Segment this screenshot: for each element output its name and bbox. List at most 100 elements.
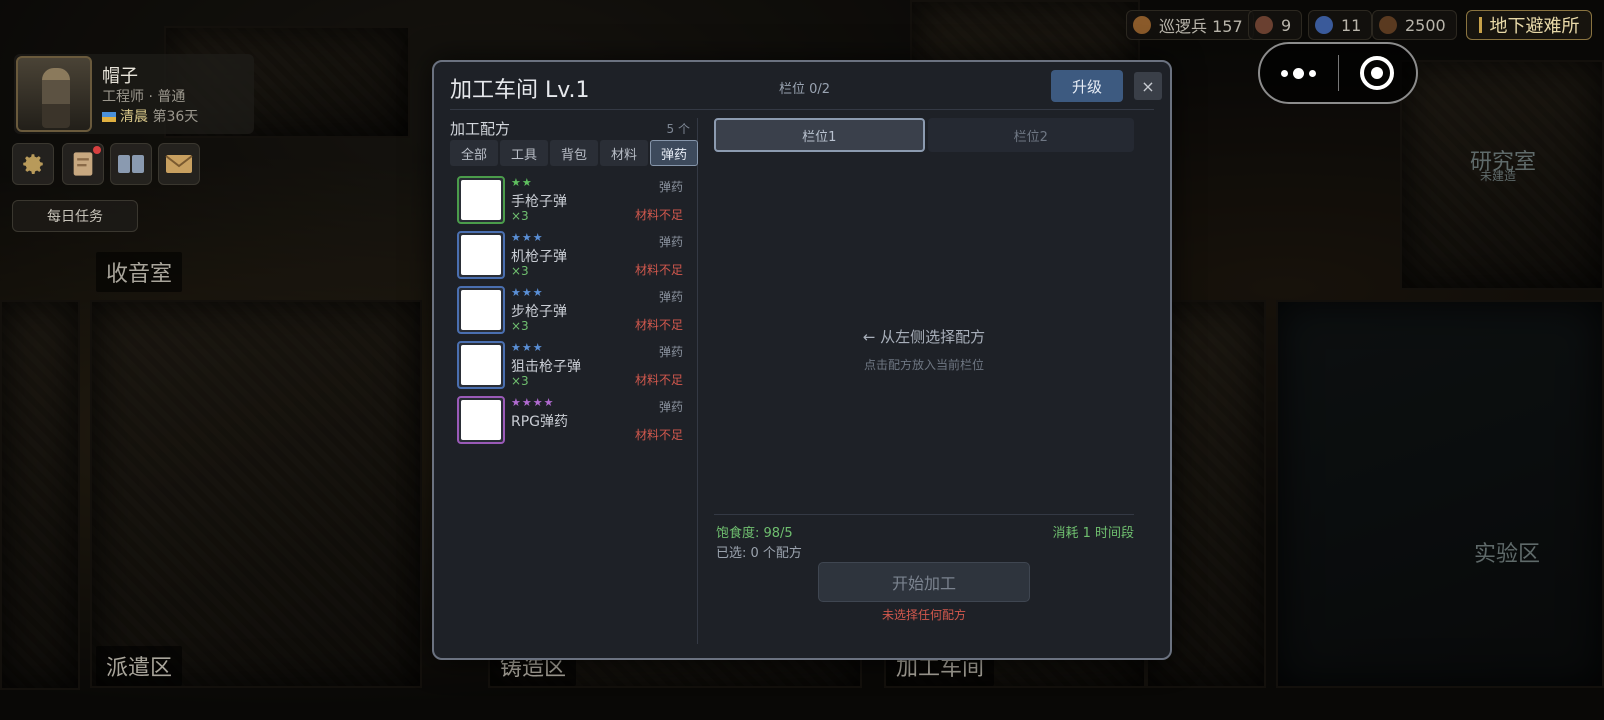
recipe-category: 弹药 <box>658 235 683 249</box>
room-label-lab[interactable]: 实验区 <box>1464 532 1550 572</box>
recipe-category: 弹药 <box>658 345 683 359</box>
rarity-stars-icon: ★★★ <box>511 231 544 244</box>
resource-crystal-label: 11 <box>1341 15 1362 35</box>
slot-usage: 栏位 0/2 <box>779 82 831 97</box>
recipe-qty: ×3 <box>511 374 529 388</box>
tab-tools[interactable]: 工具 <box>500 140 548 166</box>
close-button[interactable]: × <box>1134 72 1162 100</box>
dialog-divider <box>450 109 1154 110</box>
settings-button[interactable] <box>12 143 54 185</box>
rarity-stars-icon: ★★★ <box>511 341 544 354</box>
patrol-icon <box>1133 16 1151 34</box>
room-label-dispatch[interactable]: 派遣区 <box>96 646 183 686</box>
day-count: 第36天 <box>152 109 199 125</box>
recipe-status: 材料不足 <box>634 263 683 277</box>
recipe-thumbnail <box>457 396 505 444</box>
mail-button[interactable] <box>158 143 200 185</box>
recipe-name: 机枪子弹 <box>511 249 567 265</box>
tab-slot-1[interactable]: 栏位1 <box>714 118 925 152</box>
more-menu-button[interactable] <box>1260 67 1338 79</box>
weather-icon <box>102 112 116 122</box>
time-of-day: 清晨 <box>120 109 148 125</box>
recipe-item[interactable]: ★★ 手枪子弹 ×3 弹药 材料不足 <box>457 176 689 231</box>
miniprogram-capsule <box>1258 42 1418 104</box>
recipe-category: 弹药 <box>658 400 683 414</box>
resource-ore-label: 9 <box>1281 15 1292 35</box>
time-cost: 消耗 1 时间段 <box>1052 526 1134 541</box>
satiety-value: 饱食度: 98/5 <box>716 526 793 541</box>
recipe-category: 弹药 <box>658 180 683 194</box>
notification-badge <box>93 146 101 154</box>
dialog-title: 加工车间 Lv.1 <box>450 78 590 103</box>
recipe-item[interactable]: ★★★ 步枪子弹 ×3 弹药 材料不足 <box>457 286 689 341</box>
resource-crystal: 11 <box>1308 10 1373 40</box>
notebook-icon <box>73 152 93 176</box>
resource-coin: 2500 <box>1372 10 1457 40</box>
player-card[interactable]: 帽子 工程师 · 普通 清晨 第36天 <box>14 54 254 134</box>
upgrade-button[interactable]: 升级 <box>1051 70 1123 102</box>
recipe-thumbnail <box>457 286 505 334</box>
close-icon: × <box>1141 76 1155 96</box>
record-icon <box>1360 56 1395 90</box>
recipe-item[interactable]: ★★★ 狙击枪子弹 ×3 弹药 材料不足 <box>457 341 689 396</box>
recipe-item[interactable]: ★★★ 机枪子弹 ×3 弹药 材料不足 <box>457 231 689 286</box>
recipe-status: 材料不足 <box>634 428 683 442</box>
gear-icon <box>23 154 43 174</box>
recipe-name: 手枪子弹 <box>511 194 567 210</box>
recipe-qty: ×3 <box>511 209 529 223</box>
no-recipe-warning: 未选择任何配方 <box>881 608 966 622</box>
select-recipe-subhint: 点击配方放入当前栏位 <box>863 358 984 372</box>
exit-button[interactable] <box>1339 56 1417 90</box>
player-name: 帽子 <box>102 66 138 87</box>
slot-tabs: 栏位1 栏位2 <box>714 118 1134 152</box>
location-button[interactable]: 地下避难所 <box>1466 10 1592 40</box>
recipe-status: 材料不足 <box>634 208 683 222</box>
time-display: 清晨 第36天 <box>102 106 198 126</box>
recipe-panel: 加工配方 5 个 全部 工具 背包 材料 弹药 ★★ 手枪子弹 ×3 弹药 材料… <box>450 118 698 644</box>
coin-icon <box>1379 16 1397 34</box>
ore-icon <box>1255 16 1273 34</box>
crystal-icon <box>1315 16 1333 34</box>
book-icon <box>118 155 144 173</box>
rarity-stars-icon: ★★★★ <box>511 396 555 409</box>
selected-count: 已选: 0 个配方 <box>716 546 802 561</box>
craft-divider <box>714 514 1134 515</box>
quest-log-button[interactable] <box>62 143 104 185</box>
tab-all[interactable]: 全部 <box>450 140 498 166</box>
resource-patrol: 巡逻兵 157 <box>1126 10 1254 40</box>
room-label-radio[interactable]: 收音室 <box>96 252 183 292</box>
recipe-item[interactable]: ★★★★ RPG弹药 弹药 材料不足 <box>457 396 689 451</box>
rarity-stars-icon: ★★★ <box>511 286 544 299</box>
tab-ammo[interactable]: 弹药 <box>650 140 698 166</box>
daily-tasks-button[interactable]: 每日任务 <box>12 200 138 232</box>
more-dots-icon <box>1281 69 1289 77</box>
select-recipe-hint: ← 从左侧选择配方 <box>862 328 986 346</box>
start-craft-button[interactable]: 开始加工 <box>818 562 1030 602</box>
recipe-qty: ×3 <box>511 319 529 333</box>
recipe-name: RPG弹药 <box>511 414 569 430</box>
player-role: 工程师 · 普通 <box>102 89 186 105</box>
recipe-category: 弹药 <box>658 290 683 304</box>
recipes-count: 5 个 <box>666 122 690 136</box>
recipe-status: 材料不足 <box>634 373 683 387</box>
tab-materials[interactable]: 材料 <box>600 140 648 166</box>
location-label: 地下避难所 <box>1489 16 1580 37</box>
workshop-dialog: 加工车间 Lv.1 栏位 0/2 升级 × 加工配方 5 个 全部 工具 背包 … <box>432 60 1172 660</box>
tab-slot-2[interactable]: 栏位2 <box>927 118 1134 152</box>
recipe-name: 狙击枪子弹 <box>511 359 581 375</box>
recipe-thumbnail <box>457 341 505 389</box>
codex-button[interactable] <box>110 143 152 185</box>
recipe-name: 步枪子弹 <box>511 304 567 320</box>
rarity-stars-icon: ★★ <box>511 176 533 189</box>
location-marker-icon <box>1478 17 1482 33</box>
tab-backpack[interactable]: 背包 <box>550 140 598 166</box>
resource-patrol-label: 巡逻兵 157 <box>1159 17 1243 36</box>
recipe-status: 材料不足 <box>634 318 683 332</box>
recipe-thumbnail <box>457 176 505 224</box>
avatar[interactable] <box>16 56 92 132</box>
recipes-title: 加工配方 <box>450 120 511 138</box>
craft-panel: 栏位1 栏位2 ← 从左侧选择配方 点击配方放入当前栏位 饱食度: 98/5 消… <box>714 118 1134 644</box>
recipe-qty: ×3 <box>511 264 529 278</box>
resource-coin-label: 2500 <box>1405 15 1446 35</box>
recipe-filter-tabs: 全部 工具 背包 材料 弹药 <box>450 140 698 166</box>
